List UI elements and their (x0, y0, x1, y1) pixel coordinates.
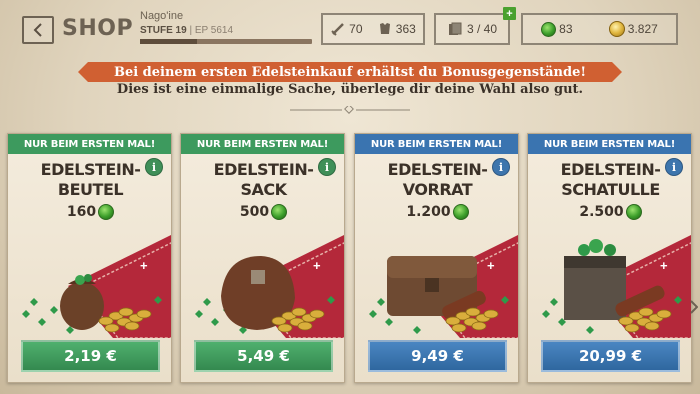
gold-stat: 3.827 (608, 21, 658, 37)
gems-value: 83 (559, 22, 573, 36)
defense-stat: 363 (377, 21, 416, 37)
gem-icon (98, 204, 115, 220)
armor-icon (379, 23, 390, 34)
page-title: SHOP (62, 16, 134, 41)
back-button[interactable] (22, 16, 54, 44)
gem-amount-value: 1.200 (406, 204, 451, 220)
info-button[interactable]: i (665, 158, 683, 176)
offer-title-line2: BEUTEL (57, 180, 124, 199)
gem-sack-icon: + (181, 226, 344, 339)
gem-amount: 500 (181, 204, 344, 220)
gem-amount-value: 160 (66, 204, 97, 220)
svg-text:+: + (140, 258, 148, 273)
player-profile[interactable]: Nago'ine STUFE 19 | EP 5614 (140, 10, 312, 44)
gem-icon (541, 21, 557, 37)
svg-text:+: + (487, 258, 495, 273)
buy-button[interactable]: 20,99 € (541, 340, 680, 372)
card-collection[interactable]: 3 / 40 + (434, 7, 516, 45)
cards-icon (448, 22, 462, 35)
offer-card[interactable]: NUR BEIM ERSTEN MAL! EDELSTEIN- VORRAT i… (354, 133, 519, 383)
gem-icon (625, 204, 642, 220)
ornament-divider (290, 106, 410, 114)
gem-amount: 160 (8, 204, 171, 220)
xp-progress-fill (140, 39, 197, 44)
gems-stat: 83 (541, 21, 573, 37)
gem-amount-value: 2.500 (579, 204, 624, 220)
buy-button[interactable]: 2,19 € (21, 340, 160, 372)
gem-pouch-icon: + (8, 226, 171, 339)
gem-icon (452, 204, 469, 220)
gem-casket-icon: + (528, 226, 691, 339)
combat-stats[interactable]: 70 363 (321, 13, 425, 45)
buy-button[interactable]: 5,49 € (194, 340, 333, 372)
player-name: Nago'ine (140, 10, 184, 22)
gem-icon (271, 204, 288, 220)
offer-title-line2: SACK (240, 180, 287, 199)
svg-text:+: + (313, 258, 321, 273)
gem-amount-value: 500 (239, 204, 270, 220)
offer-card[interactable]: NUR BEIM ERSTEN MAL! EDELSTEIN- SACK i 5… (180, 133, 345, 383)
gem-amount: 1.200 (355, 204, 518, 220)
gold-coin-icon (608, 21, 625, 37)
buy-button[interactable]: 9,49 € (368, 340, 507, 372)
gem-amount: 2.500 (528, 204, 691, 220)
defense-value: 363 (395, 22, 416, 36)
info-button[interactable]: i (318, 158, 336, 176)
attack-stat: 70 (330, 21, 363, 37)
svg-text:+: + (660, 258, 668, 273)
add-cards-button[interactable]: + (503, 7, 516, 20)
offer-title-line2: VORRAT (402, 180, 473, 199)
ep-label: EP 5614 (194, 25, 234, 36)
bonus-subtext: Dies ist eine einmalige Sache, überlege … (116, 82, 584, 97)
attack-value: 70 (349, 22, 363, 36)
chevron-right-icon[interactable] (690, 300, 698, 314)
gem-chest-icon: + (355, 226, 518, 339)
first-purchase-ribbon: NUR BEIM ERSTEN MAL! (8, 134, 171, 154)
currency-display[interactable]: 83 3.827 (521, 13, 678, 45)
bonus-banner: Bei deinem ersten Edelsteinkauf erhältst… (78, 62, 622, 82)
offer-card[interactable]: NUR BEIM ERSTEN MAL! EDELSTEIN- BEUTEL i… (7, 133, 172, 383)
first-purchase-ribbon: NUR BEIM ERSTEN MAL! (181, 134, 344, 154)
cards-value: 3 / 40 (466, 22, 498, 36)
offer-card[interactable]: NUR BEIM ERSTEN MAL! EDELSTEIN- SCHATULL… (527, 133, 692, 383)
first-purchase-ribbon: NUR BEIM ERSTEN MAL! (528, 134, 691, 154)
sword-icon (331, 23, 345, 36)
player-level: STUFE 19 | EP 5614 (140, 25, 234, 36)
offer-title-line2: SCHATULLE (561, 180, 660, 199)
gold-value: 3.827 (627, 22, 658, 36)
level-label: STUFE 19 (140, 25, 187, 36)
info-button[interactable]: i (145, 158, 163, 176)
info-button[interactable]: i (492, 158, 510, 176)
top-bar: SHOP Nago'ine STUFE 19 | EP 5614 70 363 (0, 0, 700, 58)
xp-progress-bar (140, 39, 312, 44)
chevron-left-icon (33, 23, 42, 37)
first-purchase-ribbon: NUR BEIM ERSTEN MAL! (355, 134, 518, 154)
